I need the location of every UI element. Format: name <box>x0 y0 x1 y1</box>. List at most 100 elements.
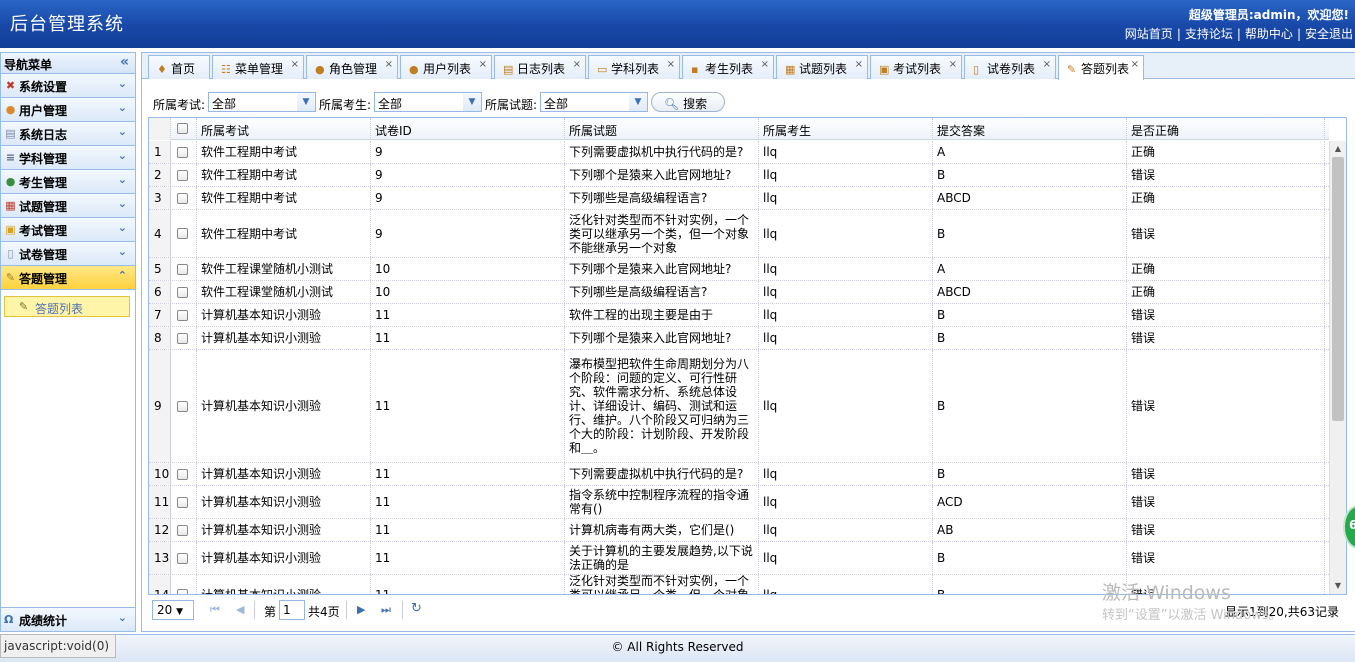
next-page-icon[interactable]: ▶ <box>357 603 365 616</box>
table-row[interactable]: 8 计算机基本知识小测验 11 下列哪个是猿来入此官网地址? llq B 错误 <box>149 327 1329 350</box>
sidebar-item-exam[interactable]: ▣ 考试管理 ⌄ <box>1 218 135 242</box>
scroll-thumb[interactable] <box>1332 157 1344 421</box>
cell-student: llq <box>759 281 933 303</box>
sidebar-item-calendar[interactable]: ▦ 试题管理 ⌄ <box>1 194 135 218</box>
row-checkbox[interactable] <box>177 169 188 181</box>
chevron-up-icon[interactable]: ⌃ <box>118 269 127 282</box>
table-row[interactable]: 11 计算机基本知识小测验 11 指令系统中控制程序流程的指令通常有() llq ACD 错… <box>149 486 1329 519</box>
tab-paper[interactable]: ▯ 试卷列表 × <box>964 55 1056 79</box>
column-header-student[interactable]: 所属考生 <box>759 118 933 140</box>
close-icon[interactable]: × <box>573 59 581 70</box>
tab-calendar[interactable]: ▦ 试题列表 × <box>776 55 868 79</box>
scroll-up-icon[interactable]: ▲ <box>1330 142 1346 156</box>
table-row[interactable]: 12 计算机基本知识小测验 11 计算机病毒有两大类，它们是() llq AB 错误 <box>149 519 1329 542</box>
sidebar-item-label: 试题管理 <box>19 200 68 214</box>
row-checkbox[interactable] <box>177 552 188 564</box>
tab-log[interactable]: ▤ 日志列表 × <box>494 55 586 79</box>
column-header-correct[interactable]: 是否正确 <box>1127 118 1325 140</box>
row-checkbox[interactable] <box>177 286 188 298</box>
prev-page-icon[interactable]: ◀ <box>236 603 244 616</box>
chevron-down-icon[interactable]: ⌄ <box>118 611 127 624</box>
sidebar-item-wrench[interactable]: ✖ 系统设置 ⌄ <box>1 74 135 98</box>
select-all-checkbox[interactable] <box>177 123 188 134</box>
table-row[interactable]: 1 软件工程期中考试 9 下列需要虚拟机中执行代码的是? llq A 正确 <box>149 141 1329 164</box>
home-site-link[interactable]: 网站首页 <box>1125 27 1173 41</box>
submenu-item-answer-list[interactable]: ✎ 答题列表 <box>4 296 130 317</box>
tab-home[interactable]: ♦ 首页 <box>148 55 210 79</box>
table-row[interactable]: 3 软件工程期中考试 9 下列哪些是高级编程语言? llq ABCD 正确 <box>149 187 1329 210</box>
tab-subject[interactable]: ▭ 学科列表 × <box>588 55 680 79</box>
first-page-icon[interactable]: ⏮ <box>210 603 220 617</box>
row-checkbox[interactable] <box>177 192 188 204</box>
row-checkbox[interactable] <box>177 400 188 412</box>
chevron-down-icon[interactable]: ⌄ <box>118 101 127 114</box>
chevron-down-icon[interactable]: ⌄ <box>118 125 127 138</box>
logout-link[interactable]: 安全退出 <box>1305 27 1353 41</box>
table-row[interactable]: 9 计算机基本知识小测验 11 瀑布模型把软件生命周期划分为八个阶段：问题的定义、可行… <box>149 350 1329 463</box>
chevron-down-icon[interactable]: ⌄ <box>118 245 127 258</box>
tab-answer[interactable]: ✎ 答题列表 × <box>1058 55 1144 80</box>
sidebar-item-students[interactable]: ● 考生管理 ⌄ <box>1 170 135 194</box>
row-checkbox[interactable] <box>177 332 188 344</box>
tab-user[interactable]: ● 用户列表 × <box>400 55 492 79</box>
table-row[interactable]: 13 计算机基本知识小测验 11 关于计算机的主要发展趋势,以下说法正确的是 llq B 错… <box>149 542 1329 575</box>
table-row[interactable]: 10 计算机基本知识小测验 11 下列需要虚拟机中执行代码的是? llq B 错误 <box>149 463 1329 486</box>
sidebar-item-answer[interactable]: ✎ 答题管理 ⌃ <box>1 266 135 290</box>
close-icon[interactable]: × <box>385 59 393 70</box>
table-row[interactable]: 5 软件工程课堂随机小测试 10 下列哪个是猿来入此官网地址? llq A 正确 <box>149 258 1329 281</box>
tab-exam[interactable]: ▣ 考试列表 × <box>870 55 962 79</box>
close-icon[interactable]: × <box>1131 59 1139 70</box>
page-size-select[interactable]: 20 ▼ <box>152 600 194 620</box>
cell-exam: 计算机基本知识小测验 <box>197 575 371 594</box>
last-page-icon[interactable]: ⏭ <box>381 603 391 617</box>
close-icon[interactable]: × <box>855 59 863 70</box>
cell-exam: 计算机基本知识小测验 <box>197 304 371 326</box>
row-checkbox[interactable] <box>177 146 188 158</box>
chevron-down-icon[interactable]: ⌄ <box>118 149 127 162</box>
sidebar-item-paper[interactable]: ▯ 试卷管理 ⌄ <box>1 242 135 266</box>
column-header-paper-id[interactable]: 试卷ID <box>371 118 565 140</box>
collapse-sidebar-icon[interactable]: « <box>120 54 129 70</box>
sidebar-item-users[interactable]: ● 用户管理 ⌄ <box>1 98 135 122</box>
column-header-answer[interactable]: 提交答案 <box>933 118 1127 140</box>
close-icon[interactable]: × <box>761 59 769 70</box>
row-checkbox[interactable] <box>177 228 188 239</box>
close-icon[interactable]: × <box>667 59 675 70</box>
scroll-down-icon[interactable]: ▼ <box>1330 579 1346 593</box>
row-checkbox[interactable] <box>177 496 188 508</box>
row-checkbox[interactable] <box>177 468 188 480</box>
sidebar-item-score-stats[interactable]: Ω 成绩统计 ⌄ <box>1 607 135 631</box>
column-header-exam[interactable]: 所属考试 <box>197 118 371 140</box>
refresh-icon[interactable]: ↻ <box>411 601 422 616</box>
chevron-down-icon[interactable]: ⌄ <box>118 173 127 186</box>
tab-role[interactable]: ● 角色管理 × <box>306 55 398 79</box>
help-link[interactable]: 帮助中心 <box>1245 27 1293 41</box>
close-icon[interactable]: × <box>1043 59 1051 70</box>
sidebar-item-log[interactable]: ▤ 系统日志 ⌄ <box>1 122 135 146</box>
search-button[interactable]: 🔍︎ 搜索 <box>651 92 725 112</box>
chevron-down-icon[interactable]: ⌄ <box>118 197 127 210</box>
close-icon[interactable]: × <box>291 59 299 70</box>
cell-student: llq <box>759 258 933 280</box>
table-row[interactable]: 6 软件工程课堂随机小测试 10 下列哪些是高级编程语言? llq ABCD 正确 <box>149 281 1329 304</box>
sidebar-item-subject[interactable]: ≡ 学科管理 ⌄ <box>1 146 135 170</box>
row-checkbox[interactable] <box>177 309 188 321</box>
tab-student[interactable]: ▪ 考生列表 × <box>682 55 774 79</box>
table-row[interactable]: 4 软件工程期中考试 9 泛化针对类型而不针对实例，一个类可以继承另一个类，但一个对象… <box>149 210 1329 258</box>
close-icon[interactable]: × <box>479 59 487 70</box>
row-checkbox[interactable] <box>177 263 188 275</box>
page-number-input[interactable]: 1 <box>279 600 305 620</box>
table-row[interactable]: 2 软件工程期中考试 9 下列哪个是猿来入此官网地址? llq B 错误 <box>149 164 1329 187</box>
filter-exam-select[interactable]: 全部 ▼ <box>208 92 316 112</box>
tab-menu[interactable]: ☷ 菜单管理 × <box>212 55 304 79</box>
forum-link[interactable]: 支持论坛 <box>1185 27 1233 41</box>
row-checkbox[interactable] <box>177 524 188 536</box>
filter-question-select[interactable]: 全部 ▼ <box>540 92 648 112</box>
filter-student-select[interactable]: 全部 ▼ <box>374 92 482 112</box>
table-row[interactable]: 7 计算机基本知识小测验 11 软件工程的出现主要是由于 llq B 错误 <box>149 304 1329 327</box>
chevron-down-icon[interactable]: ⌄ <box>118 77 127 90</box>
chevron-down-icon[interactable]: ⌄ <box>118 221 127 234</box>
row-checkbox[interactable] <box>177 589 188 594</box>
close-icon[interactable]: × <box>949 59 957 70</box>
column-header-question[interactable]: 所属试题 <box>565 118 759 140</box>
